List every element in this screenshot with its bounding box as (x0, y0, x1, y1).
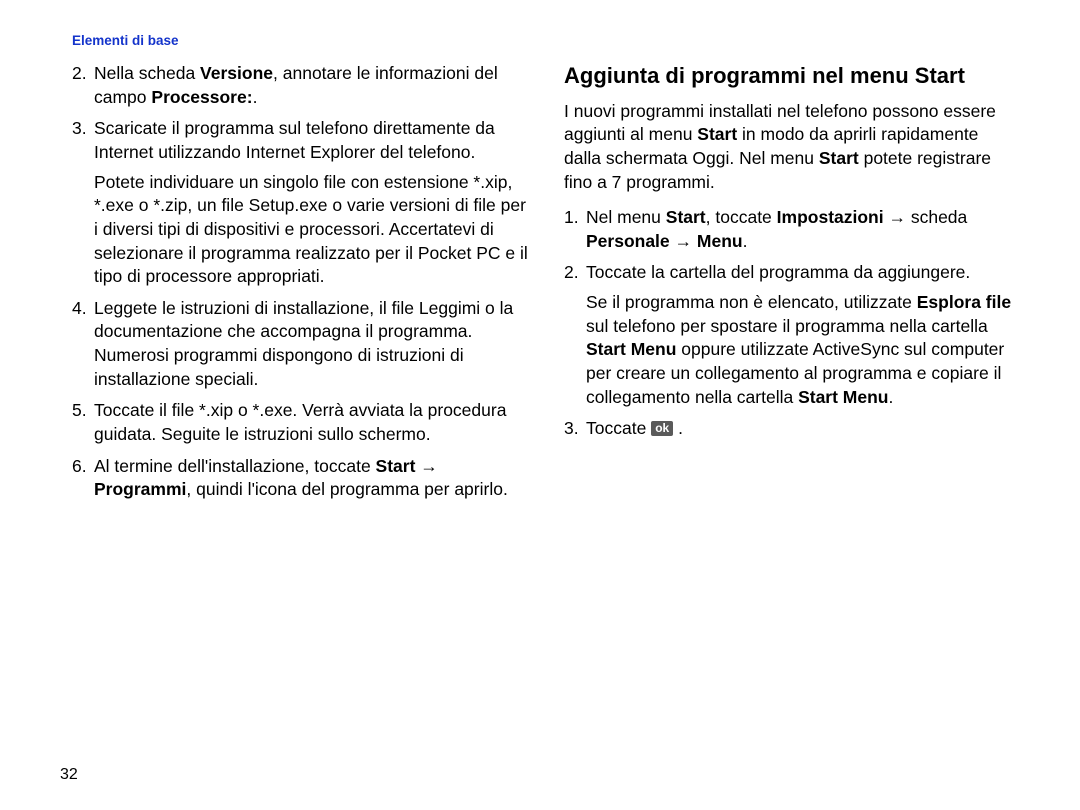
page-number: 32 (60, 764, 78, 786)
list-item-number: 2. (72, 62, 94, 109)
list-item-number: 3. (72, 117, 94, 288)
list-item-text: Leggete le istruzioni di installazione, … (94, 297, 528, 392)
list-item-text: Nel menu Start, toccate Impostazioni → s… (586, 206, 1020, 253)
list-item-text: Nella scheda Versione, annotare le infor… (94, 62, 528, 109)
intro-paragraph: I nuovi programmi installati nel telefon… (564, 100, 1020, 195)
list-item-number: 4. (72, 297, 94, 392)
list-item: 6.Al termine dell'installazione, toccate… (72, 455, 528, 502)
list-item-text: Scaricate il programma sul telefono dire… (94, 117, 528, 288)
right-column: Aggiunta di programmi nel menu Start I nu… (564, 62, 1020, 510)
section-heading: Aggiunta di programmi nel menu Start (564, 62, 1020, 90)
left-column: 2.Nella scheda Versione, annotare le inf… (72, 62, 528, 510)
list-item: 4.Leggete le istruzioni di installazione… (72, 297, 528, 392)
two-column-layout: 2.Nella scheda Versione, annotare le inf… (72, 62, 1020, 510)
list-item: 1.Nel menu Start, toccate Impostazioni →… (564, 206, 1020, 253)
list-item-number: 2. (564, 261, 586, 409)
list-item-number: 3. (564, 417, 586, 441)
list-item-text: Al termine dell'installazione, toccate S… (94, 455, 528, 502)
list-item-number: 5. (72, 399, 94, 446)
list-item-text: Toccate il file *.xip o *.exe. Verrà avv… (94, 399, 528, 446)
list-item-subtext: Se il programma non è elencato, utilizza… (586, 291, 1020, 409)
section-header: Elementi di base (72, 32, 1020, 50)
list-item-number: 6. (72, 455, 94, 502)
list-item-text: Toccate la cartella del programma da agg… (586, 261, 1020, 409)
list-item: 5.Toccate il file *.xip o *.exe. Verrà a… (72, 399, 528, 446)
list-item: 3.Toccate ok . (564, 417, 1020, 441)
list-item: 2.Nella scheda Versione, annotare le inf… (72, 62, 528, 109)
list-item: 3.Scaricate il programma sul telefono di… (72, 117, 528, 288)
list-item-subtext: Potete individuare un singolo file con e… (94, 171, 528, 289)
list-item-text: Toccate ok . (586, 417, 1020, 441)
list-item: 2.Toccate la cartella del programma da a… (564, 261, 1020, 409)
list-item-number: 1. (564, 206, 586, 253)
